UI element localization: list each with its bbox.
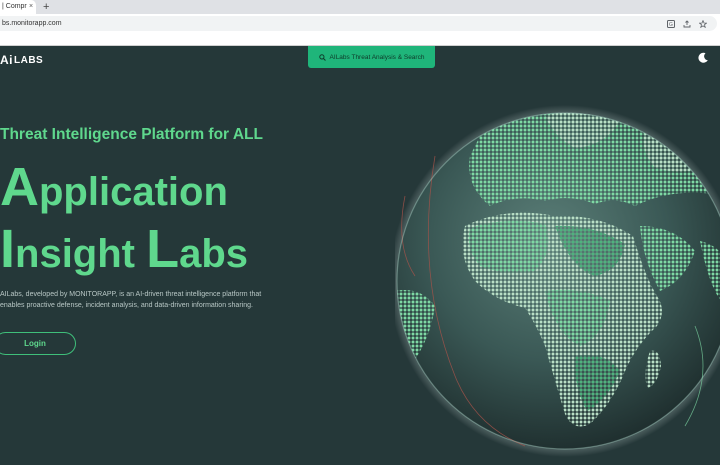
- page-top-strip: [0, 33, 720, 46]
- translate-icon[interactable]: G: [667, 19, 675, 28]
- ailabs-logo[interactable]: Ai LABS: [0, 53, 43, 67]
- hero-title-line2: Insight Labs: [0, 222, 249, 277]
- globe-illustration: [389, 76, 720, 465]
- hero-word-mid: nsight: [15, 232, 147, 276]
- moon-icon[interactable]: [697, 52, 709, 64]
- browser-tab[interactable]: | Compr ×: [0, 0, 36, 14]
- toolbar-icons: G: [667, 16, 707, 31]
- browser-tabstrip: | Compr × +: [0, 0, 720, 14]
- logo-mark: Ai: [0, 53, 13, 67]
- search-label: AILabs Threat Analysis & Search: [329, 53, 425, 61]
- bookmark-star-icon[interactable]: [699, 19, 707, 28]
- search-icon: [318, 53, 326, 61]
- address-bar[interactable]: bs.monitorapp.com G: [0, 16, 717, 31]
- svg-text:G: G: [669, 22, 673, 28]
- new-tab-button[interactable]: +: [43, 0, 49, 14]
- login-button[interactable]: Login: [0, 332, 76, 355]
- hero-cap-a: A: [0, 157, 39, 217]
- logo-text: LABS: [14, 54, 44, 66]
- hero-cap-l: L: [146, 219, 180, 279]
- hero-description: AILabs, developed by MONITORAPP, is an A…: [0, 289, 310, 311]
- threat-search-button[interactable]: AILabs Threat Analysis & Search: [308, 46, 435, 68]
- description-line-1: AILabs, developed by MONITORAPP, is an A…: [0, 291, 262, 298]
- share-icon[interactable]: [683, 19, 691, 28]
- hero-cap-i: I: [0, 219, 16, 279]
- hero-word-end: abs: [179, 232, 249, 276]
- description-line-2: enables proactive defense, incident anal…: [0, 302, 253, 309]
- hero-title-line1: Application: [0, 160, 228, 215]
- browser-toolbar: bs.monitorapp.com G: [0, 14, 720, 33]
- url-text: bs.monitorapp.com: [2, 20, 62, 27]
- hero-word-rest: pplication: [39, 170, 228, 214]
- page: Ai LABS AILabs Threat Analysis & Search …: [0, 46, 720, 465]
- tab-close-icon[interactable]: ×: [29, 0, 33, 14]
- globe-svg: [389, 105, 720, 457]
- hero-tagline: Threat Intelligence Platform for ALL: [0, 126, 263, 143]
- tab-title: | Compr: [2, 3, 27, 10]
